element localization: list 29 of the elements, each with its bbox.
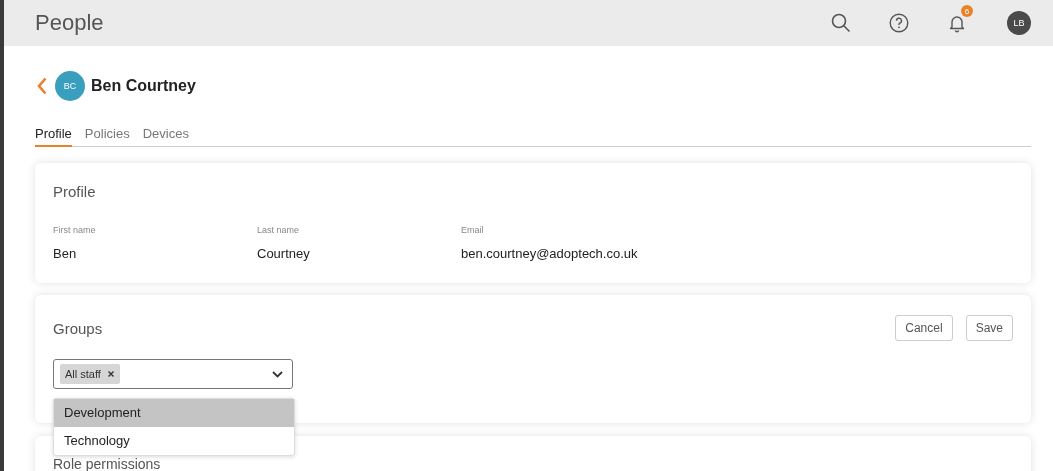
user-avatar[interactable]: LB — [1007, 11, 1031, 35]
tab[interactable]: Devices — [142, 124, 189, 147]
field-value: Courtney — [257, 246, 310, 261]
page-title: People — [35, 10, 105, 36]
tab[interactable]: Profile — [35, 124, 72, 147]
card-button[interactable]: Cancel — [895, 315, 953, 341]
card-title: Profile — [53, 183, 96, 200]
notification-badge: 6 — [961, 5, 973, 17]
field-value: ben.courtney@adoptech.co.uk — [461, 246, 638, 261]
dropdown-option[interactable]: Development — [54, 399, 294, 427]
field-label: Email — [461, 225, 484, 235]
field-label: Last name — [257, 225, 300, 235]
search-icon[interactable] — [831, 13, 851, 33]
card-button[interactable]: Save — [965, 315, 1013, 341]
field-label: First name — [53, 225, 96, 235]
dropdown-option[interactable]: Technology — [54, 427, 294, 455]
group-chip: All staff — [60, 364, 120, 384]
group-select[interactable]: All staff — [53, 359, 293, 389]
person-avatar: BC — [55, 71, 85, 101]
back-chevron-icon[interactable] — [37, 77, 47, 95]
bell-icon[interactable] — [947, 13, 967, 33]
card-title: Groups — [53, 319, 103, 337]
card-title: Role permissions — [53, 456, 161, 471]
help-icon[interactable] — [889, 13, 909, 33]
field-value: Ben — [53, 246, 77, 261]
chevron-down-icon[interactable] — [272, 370, 283, 378]
tab[interactable]: Policies — [84, 124, 130, 147]
remove-icon[interactable] — [107, 371, 114, 377]
person-name: Ben Courtney — [91, 77, 196, 95]
